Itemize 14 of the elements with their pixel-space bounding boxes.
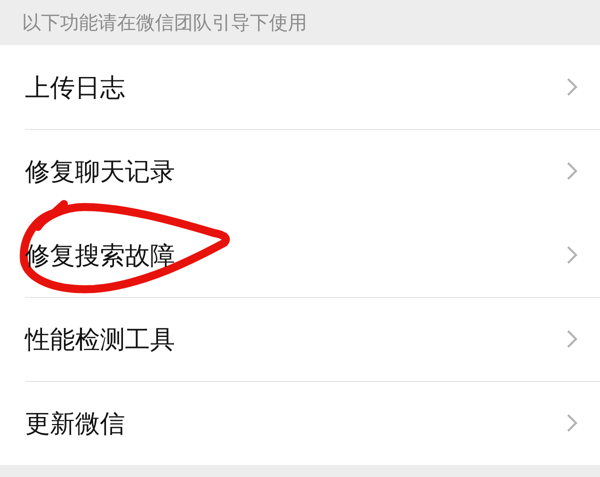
- settings-item[interactable]: 性能检测工具: [0, 297, 600, 381]
- item-label: 上传日志: [25, 72, 125, 104]
- item-label: 性能检测工具: [25, 324, 175, 356]
- settings-item[interactable]: 修复聊天记录: [0, 129, 600, 213]
- settings-item[interactable]: 更新微信: [0, 381, 600, 465]
- settings-item[interactable]: 上传日志: [0, 45, 600, 129]
- item-label: 更新微信: [25, 408, 125, 440]
- item-label: 修复聊天记录: [25, 156, 175, 188]
- chevron-right-icon: [566, 329, 578, 349]
- section-header: 以下功能请在微信团队引导下使用: [22, 10, 307, 36]
- chevron-right-icon: [566, 413, 578, 433]
- chevron-right-icon: [566, 77, 578, 97]
- chevron-right-icon: [566, 161, 578, 181]
- chevron-right-icon: [566, 245, 578, 265]
